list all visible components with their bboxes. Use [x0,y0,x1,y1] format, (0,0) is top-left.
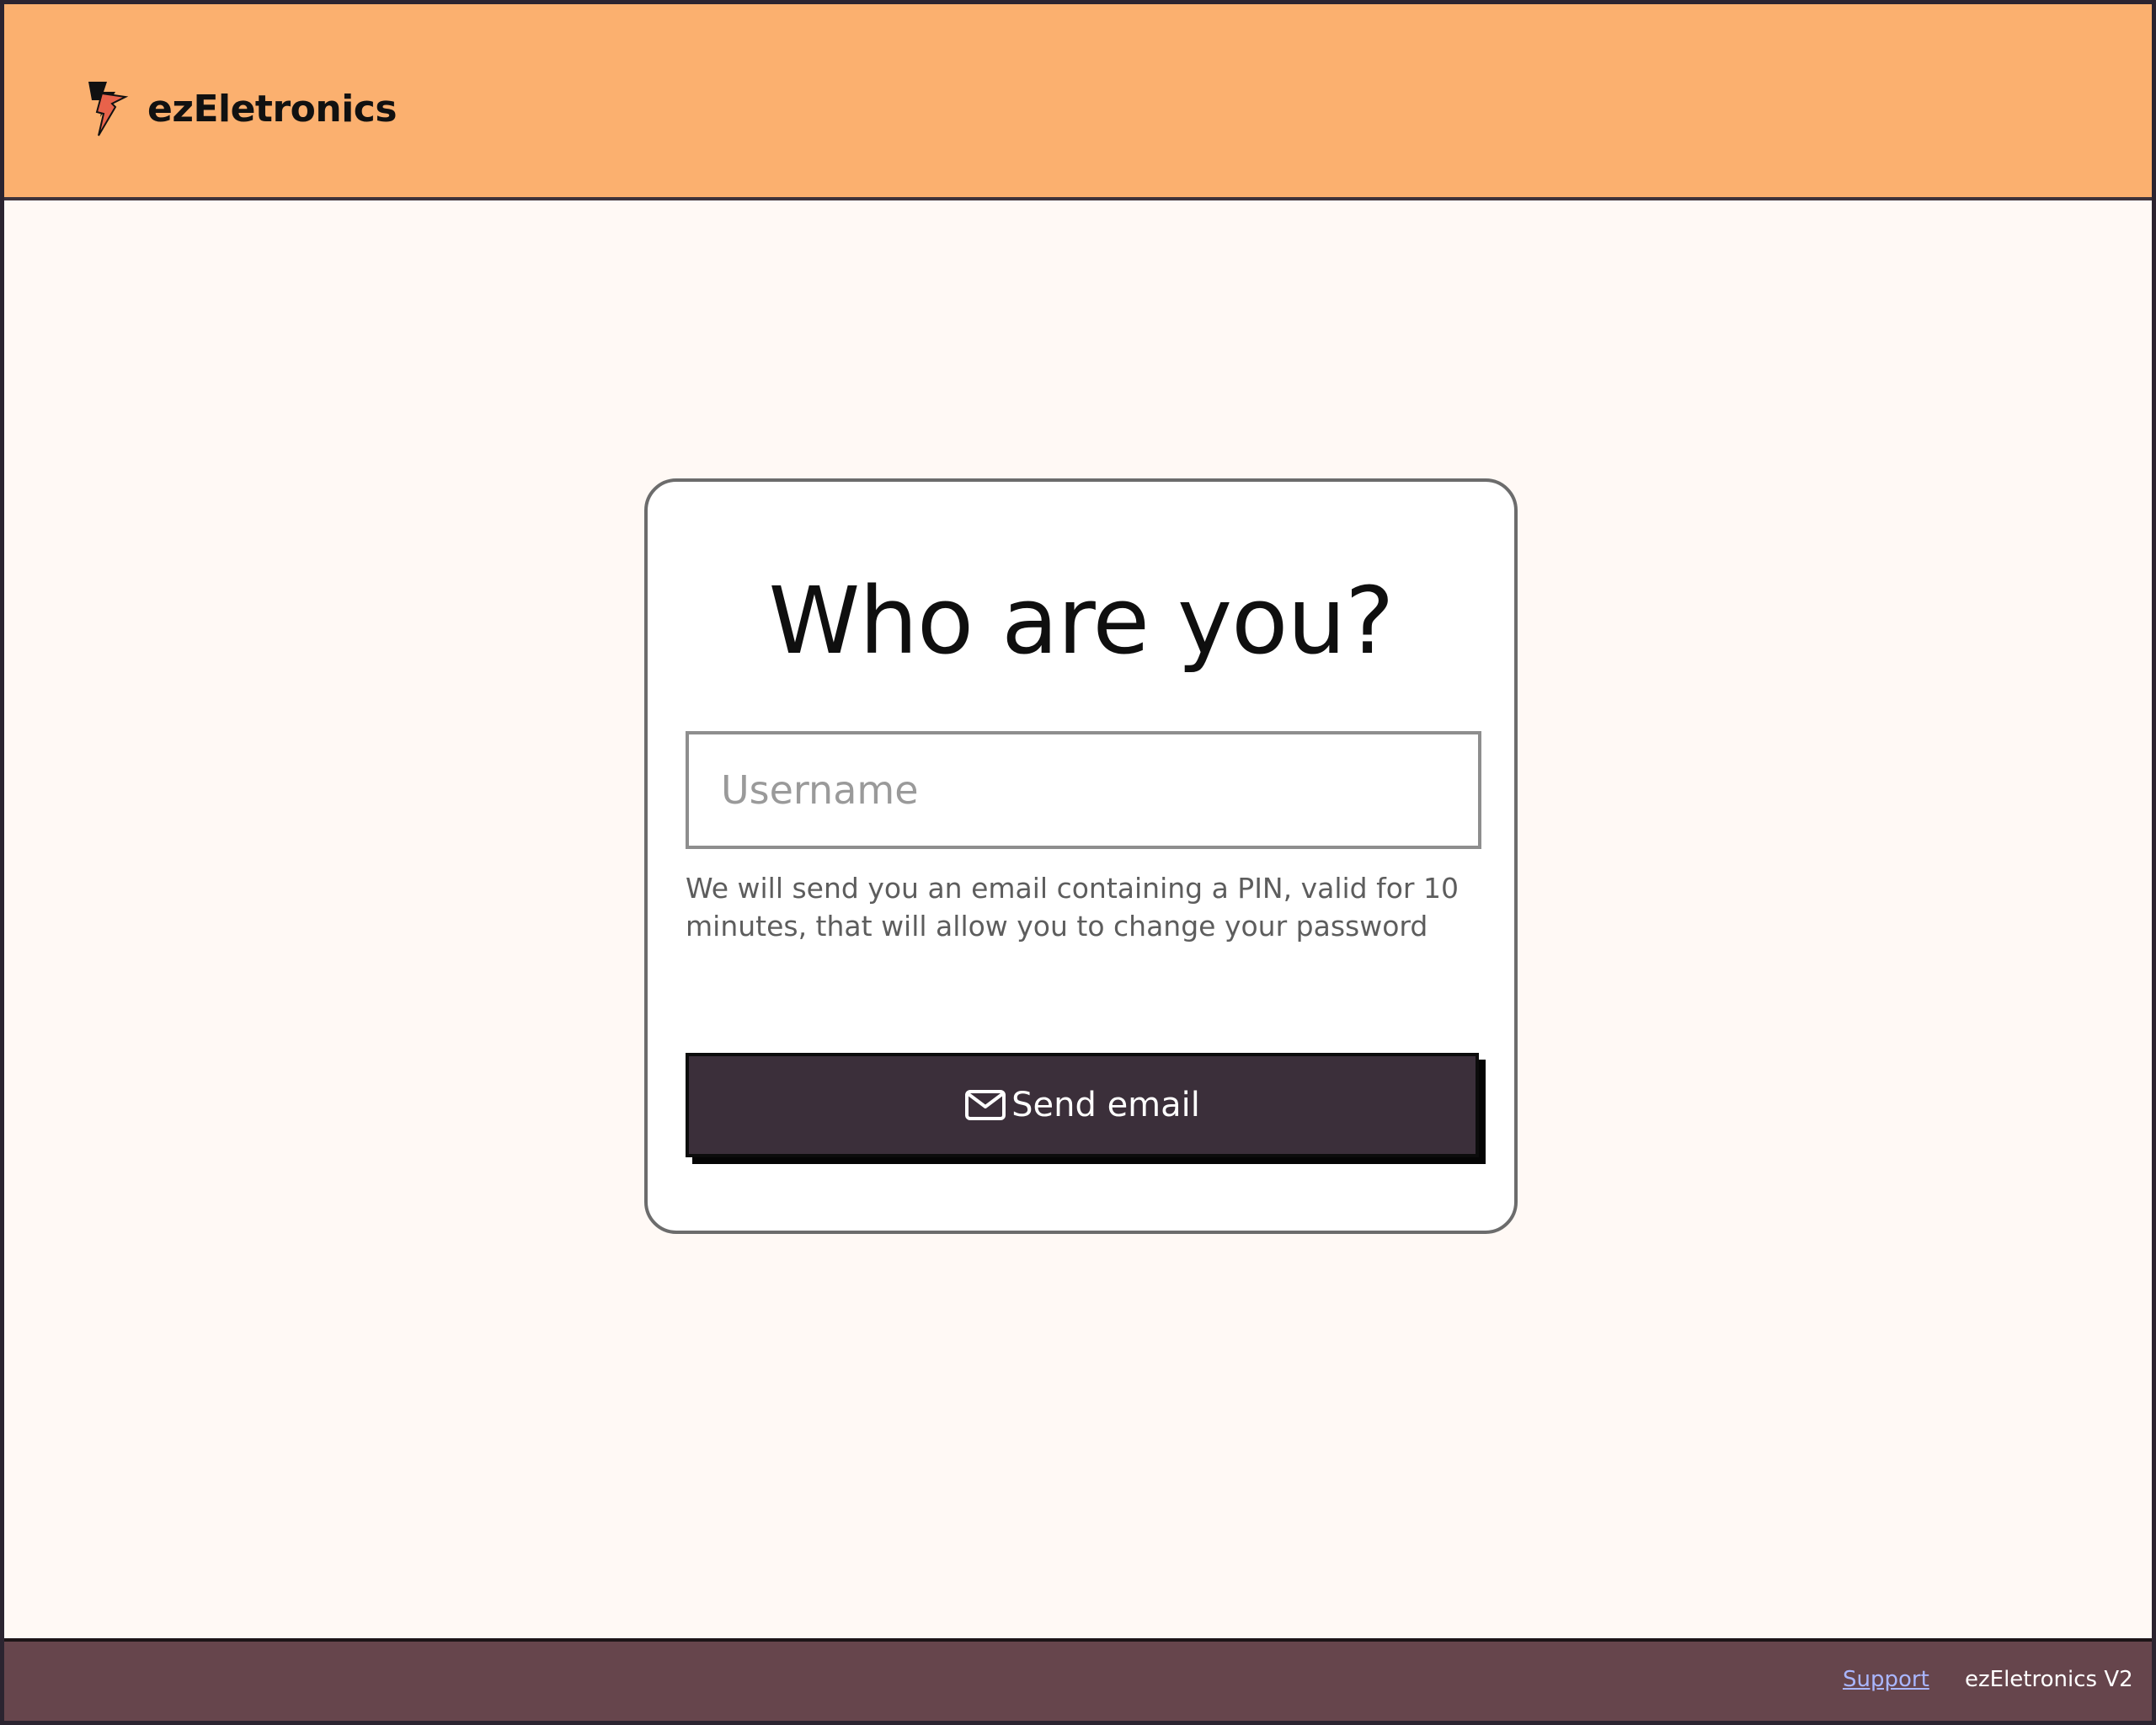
send-email-button[interactable]: Send email [686,1053,1479,1157]
support-link[interactable]: Support [1843,1667,1929,1692]
footer: Support ezEletronics V2 [4,1638,2152,1721]
top-header: ezEletronics [4,4,2152,200]
username-input[interactable] [689,734,1478,846]
brand[interactable]: ezEletronics [82,78,398,139]
reset-password-card: Who are you? We will send you an email c… [644,478,1518,1234]
app-window: ezEletronics Who are you? We will send y… [0,0,2156,1725]
username-field-container [686,731,1481,849]
version-label: ezEletronics V2 [1965,1667,2133,1692]
send-email-label: Send email [1011,1086,1200,1124]
helper-text: We will send you an email containing a P… [686,872,1459,943]
page-title: Who are you? [768,567,1394,675]
lightning-bolt-icon [88,82,129,136]
brand-name: ezEletronics [147,87,398,131]
mail-icon [965,1090,1006,1120]
